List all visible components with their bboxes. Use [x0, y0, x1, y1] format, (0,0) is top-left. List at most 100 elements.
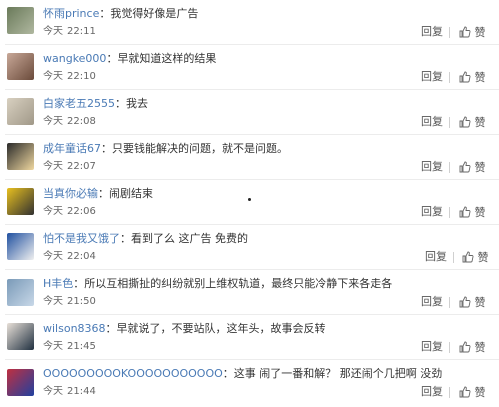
comment-text: 早就知道这样的结果	[117, 52, 217, 65]
like-button[interactable]: 赞	[459, 341, 486, 354]
like-label: 赞	[474, 26, 486, 39]
like-button[interactable]: 赞	[459, 116, 486, 129]
comment-line: 当真你必输：闹剧结束	[43, 187, 153, 201]
reply-button[interactable]: 回复	[421, 206, 443, 218]
like-button[interactable]: 赞	[459, 71, 486, 84]
separator: ：	[222, 367, 234, 380]
comment-text: 我去	[126, 97, 148, 110]
separator: ：	[98, 187, 109, 200]
reply-button[interactable]: 回复	[421, 161, 443, 173]
comment-day: 今天	[43, 296, 63, 307]
reply-button[interactable]: 回复	[425, 251, 447, 263]
thumbs-up-icon	[459, 386, 471, 398]
comment-day: 今天	[43, 251, 63, 262]
thumbs-up-icon	[459, 26, 471, 38]
like-label: 赞	[477, 251, 489, 264]
username-link[interactable]: wilson8368	[43, 322, 106, 335]
avatar[interactable]	[7, 233, 34, 260]
reply-button[interactable]: 回复	[421, 296, 443, 308]
like-button[interactable]: 赞	[459, 161, 486, 174]
reply-button[interactable]: 回复	[421, 26, 443, 38]
comment-time: 22:10	[67, 71, 96, 82]
avatar[interactable]	[7, 279, 34, 306]
comment-meta: 今天 22:08	[43, 116, 96, 128]
thumbs-up-icon	[459, 296, 471, 308]
thumbs-up-icon	[459, 71, 471, 83]
row-divider	[5, 44, 499, 45]
comment-meta: 今天 22:11	[43, 26, 96, 38]
comment-line: 白家老五2555：我去	[43, 97, 148, 111]
avatar[interactable]	[7, 188, 34, 215]
like-button[interactable]: 赞	[462, 251, 489, 264]
comment-meta: 今天 21:45	[43, 341, 96, 353]
action-divider	[453, 252, 454, 263]
comment-text: 所以互相撕扯的纠纷就别上维权轨道，最终只能冷静下来各走各	[84, 277, 393, 290]
comment-time: 22:08	[67, 116, 96, 127]
like-button[interactable]: 赞	[459, 206, 486, 219]
like-button[interactable]: 赞	[459, 26, 486, 39]
comment-time: 22:11	[67, 26, 96, 37]
comment-line: wangke000：早就知道这样的结果	[43, 52, 216, 66]
comment-time: 22:07	[67, 161, 96, 172]
comment-text: 闹剧结束	[109, 187, 153, 200]
reply-button[interactable]: 回复	[421, 116, 443, 128]
comment-text: 看到了么 这广告 免费的	[131, 232, 248, 245]
username-link[interactable]: H丰色	[43, 277, 73, 290]
row-divider	[5, 224, 499, 225]
avatar[interactable]	[7, 7, 34, 34]
comment-meta: 今天 21:50	[43, 296, 96, 308]
separator: ：	[106, 52, 118, 65]
avatar[interactable]	[7, 53, 34, 80]
comment-meta: 今天 22:07	[43, 161, 96, 173]
comment-meta: 今天 22:06	[43, 206, 96, 218]
action-divider	[449, 297, 450, 308]
username-link[interactable]: wangke000	[43, 52, 106, 65]
comment-day: 今天	[43, 161, 63, 172]
avatar[interactable]	[7, 98, 34, 125]
separator: ：	[73, 277, 85, 290]
username-link[interactable]: 成年童话67	[43, 142, 101, 155]
username-link[interactable]: OOOOOOOOOKOOOOOOOOOOO	[43, 367, 223, 380]
thumbs-up-icon	[459, 116, 471, 128]
comment-text: 这事 闹了一番和解？ 那还闹个几把啊 没劲	[233, 367, 443, 380]
avatar[interactable]	[7, 143, 34, 170]
like-button[interactable]: 赞	[459, 386, 486, 399]
reply-button[interactable]: 回复	[421, 341, 443, 353]
comment-day: 今天	[43, 116, 63, 127]
action-divider	[449, 162, 450, 173]
thumbs-up-icon	[459, 161, 471, 173]
reply-button[interactable]: 回复	[421, 71, 443, 83]
comment-time: 21:50	[67, 296, 96, 307]
thumbs-up-icon	[459, 341, 471, 353]
action-divider	[449, 117, 450, 128]
reply-button[interactable]: 回复	[421, 386, 443, 398]
username-link[interactable]: 白家老五2555	[43, 97, 115, 110]
like-label: 赞	[474, 206, 486, 219]
avatar[interactable]	[7, 369, 34, 396]
action-divider	[449, 207, 450, 218]
username-link[interactable]: 怕不是我又饿了	[43, 232, 120, 245]
thumbs-up-icon	[462, 251, 474, 263]
avatar[interactable]	[7, 323, 34, 350]
username-link[interactable]: 当真你必输	[43, 187, 98, 200]
like-label: 赞	[474, 116, 486, 129]
username-link[interactable]: 怀雨prince	[43, 7, 99, 20]
row-divider	[5, 179, 499, 180]
separator: ：	[120, 232, 131, 245]
action-divider	[449, 27, 450, 38]
separator: ：	[101, 142, 112, 155]
comment-day: 今天	[43, 206, 63, 217]
row-divider	[5, 269, 499, 270]
comment-time: 21:45	[67, 341, 96, 352]
like-label: 赞	[474, 296, 486, 309]
like-button[interactable]: 赞	[459, 296, 486, 309]
separator: ：	[115, 97, 126, 110]
comment-line: H丰色：所以互相撕扯的纠纷就别上维权轨道，最终只能冷静下来各走各	[43, 277, 392, 291]
stray-dot	[248, 198, 251, 201]
comment-text: 早就说了，不要站队，这年头，故事会反转	[116, 322, 326, 335]
row-divider	[5, 314, 499, 315]
comment-time: 22:06	[67, 206, 96, 217]
comment-line: 怀雨prince：我觉得好像是广告	[43, 7, 198, 21]
comment-meta: 今天 22:04	[43, 251, 96, 263]
row-divider	[5, 134, 499, 135]
